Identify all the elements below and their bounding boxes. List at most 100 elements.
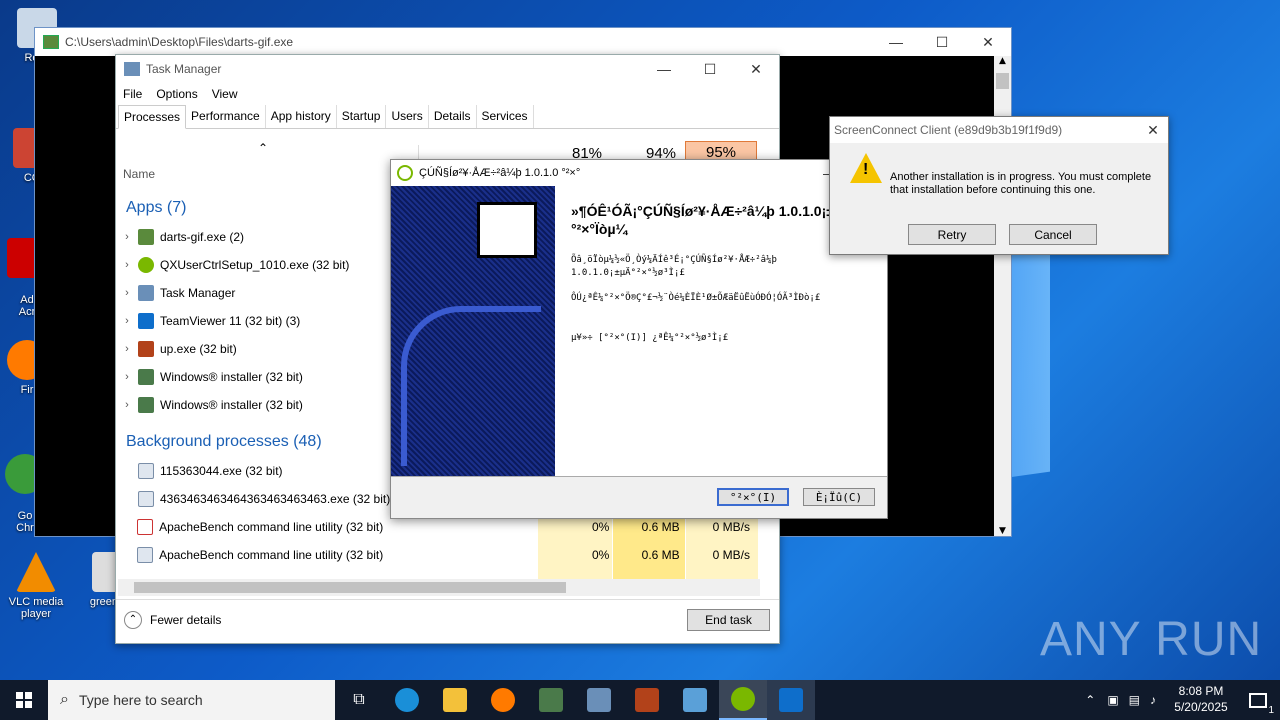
menu-view[interactable]: View: [212, 87, 238, 101]
tray-network-icon[interactable]: ▣: [1107, 693, 1118, 707]
column-header-name[interactable]: Name: [123, 167, 155, 181]
installer-dialog[interactable]: ÇÚÑ§Íø²¥·ÅÆ÷²â¼þ 1.0.1.0 °²×° — ☐ »¶Ó­Ê¹…: [390, 159, 888, 519]
installer-box-icon: [477, 202, 537, 258]
tab-services[interactable]: Services: [477, 105, 534, 128]
process-name: Task Manager: [160, 286, 236, 300]
expand-chevron-icon[interactable]: ›: [116, 371, 138, 383]
task-manager-icon: [138, 285, 154, 301]
maximize-button[interactable]: ☐: [687, 55, 733, 83]
scroll-up-arrow-icon[interactable]: ▲: [994, 56, 1011, 73]
task-manager-titlebar[interactable]: Task Manager — ☐ ✕: [116, 55, 779, 83]
expand-chevron-icon[interactable]: ›: [116, 399, 138, 411]
tab-performance[interactable]: Performance: [186, 105, 266, 128]
clock[interactable]: 8:08 PM 5/20/2025: [1166, 684, 1236, 715]
notification-center-button[interactable]: 1: [1236, 680, 1280, 720]
tab-details[interactable]: Details: [429, 105, 477, 128]
tab-startup[interactable]: Startup: [337, 105, 387, 128]
maximize-button[interactable]: ☐: [919, 28, 965, 56]
process-memory: 0.6 MB: [641, 548, 680, 562]
tray-chevron-icon[interactable]: ⌃: [1085, 693, 1095, 707]
taskbar-installer[interactable]: [527, 680, 575, 720]
close-button[interactable]: ✕: [1138, 116, 1168, 144]
taskbar-file-explorer[interactable]: [431, 680, 479, 720]
fewer-details-toggle[interactable]: ⌃ Fewer details: [124, 611, 221, 629]
scroll-thumb[interactable]: [134, 582, 566, 593]
expand-chevron-icon[interactable]: ›: [116, 343, 138, 355]
taskbar-firefox[interactable]: [479, 680, 527, 720]
expand-chevron-icon[interactable]: ›: [116, 259, 138, 271]
end-task-button[interactable]: End task: [687, 609, 770, 631]
sort-arrow-icon[interactable]: ⌃: [258, 141, 268, 155]
screenconnect-dialog[interactable]: ScreenConnect Client (e89d9b3b19f1f9d9) …: [829, 116, 1169, 255]
menu-file[interactable]: File: [123, 87, 142, 101]
exe-icon: [137, 547, 154, 563]
tab-processes[interactable]: Processes: [118, 105, 187, 129]
notification-count-badge: 1: [1268, 705, 1274, 716]
installer-paragraph: µ¥»÷ [°²×°(I)] ¿ªÊ¼°²×°½ø³Ì¡£: [571, 333, 729, 344]
tab-app-history[interactable]: App history: [266, 105, 337, 128]
minimize-button[interactable]: —: [873, 28, 919, 56]
image-viewer-icon: [138, 229, 154, 245]
qx-setup-icon: [731, 687, 755, 711]
taskbar-photos[interactable]: [671, 680, 719, 720]
taskbar-qx-setup[interactable]: [719, 680, 767, 720]
process-name: darts-gif.exe (2): [160, 230, 245, 244]
notification-icon: [1249, 692, 1267, 708]
chevron-up-icon: ⌃: [124, 611, 142, 629]
minimize-button[interactable]: —: [641, 55, 687, 83]
qx-setup-icon: [138, 257, 154, 273]
process-name: Windows® installer (32 bit): [160, 398, 303, 412]
task-view-button[interactable]: ⧉: [335, 680, 383, 720]
menu-options[interactable]: Options: [156, 87, 197, 101]
screenconnect-titlebar[interactable]: ScreenConnect Client (e89d9b3b19f1f9d9) …: [830, 117, 1168, 143]
process-name: ApacheBench command line utility (32 bit…: [159, 520, 384, 534]
apachebench-icon: [137, 519, 154, 535]
process-name: up.exe (32 bit): [160, 342, 237, 356]
tray-wifi-icon[interactable]: ▤: [1129, 693, 1140, 707]
expand-chevron-icon[interactable]: ›: [116, 287, 138, 299]
edge-icon: [395, 688, 419, 712]
process-memory: 0.6 MB: [641, 520, 680, 534]
darts-titlebar[interactable]: C:\Users\admin\Desktop\Files\darts-gif.e…: [35, 28, 1011, 56]
installer-cancel-button[interactable]: È¡Ïû(C): [803, 488, 875, 506]
search-placeholder: Type here to search: [78, 692, 203, 708]
desktop-icon-label: VLC media player: [8, 596, 64, 620]
tray-volume-icon[interactable]: ♪: [1150, 693, 1156, 707]
taskbar-teamviewer[interactable]: [767, 680, 815, 720]
taskbar-edge[interactable]: [383, 680, 431, 720]
search-box[interactable]: ⌕ Type here to search: [48, 680, 335, 720]
process-cpu: 0%: [592, 520, 610, 534]
task-view-icon: ⧉: [353, 691, 365, 708]
cancel-button[interactable]: Cancel: [1009, 224, 1097, 245]
expand-chevron-icon[interactable]: ›: [116, 231, 138, 243]
folder-icon: [443, 688, 467, 712]
process-disk: 0 MB/s: [712, 548, 750, 562]
installer-titlebar[interactable]: ÇÚÑ§Íø²¥·ÅÆ÷²â¼þ 1.0.1.0 °²×° — ☐: [391, 160, 887, 186]
installer-paragraph: Õâ¸öÏòµ¼½«Ö¸Òý¼ÄÍê³É¡°ÇÚÑ§Íø²¥·ÅÆ÷²â¼þ 1…: [571, 255, 777, 278]
install-button[interactable]: °²×°(I): [717, 488, 789, 506]
desktop-icon-vlc[interactable]: VLC media player: [1, 552, 71, 620]
teamviewer-icon: [779, 688, 803, 712]
start-button[interactable]: [0, 680, 48, 720]
process-name: 4363463463464363463463463.exe (32 bit): [160, 492, 391, 506]
scroll-thumb[interactable]: [996, 73, 1009, 89]
vlc-icon: [16, 552, 56, 592]
scroll-down-arrow-icon[interactable]: ▼: [994, 526, 1011, 536]
exe-icon: [138, 491, 154, 507]
tab-users[interactable]: Users: [386, 105, 429, 128]
taskbar-up-exe[interactable]: [623, 680, 671, 720]
expand-chevron-icon[interactable]: ›: [116, 315, 138, 327]
installer-footer-divider: [391, 476, 887, 477]
process-row[interactable]: ApacheBench command line utility (32 bit…: [116, 542, 756, 568]
background-group-header[interactable]: Background processes (48): [126, 433, 322, 451]
close-button[interactable]: ✕: [965, 28, 1011, 56]
screenconnect-message: Another installation is in progress. You…: [890, 171, 1152, 197]
apps-group-header[interactable]: Apps (7): [126, 199, 186, 217]
horizontal-scrollbar[interactable]: [118, 579, 760, 596]
menu-bar: File Options View: [116, 83, 779, 105]
close-button[interactable]: ✕: [733, 55, 779, 83]
taskbar-task-manager[interactable]: [575, 680, 623, 720]
retry-button[interactable]: Retry: [908, 224, 996, 245]
warning-icon: !: [850, 153, 882, 183]
task-manager-icon: [587, 688, 611, 712]
